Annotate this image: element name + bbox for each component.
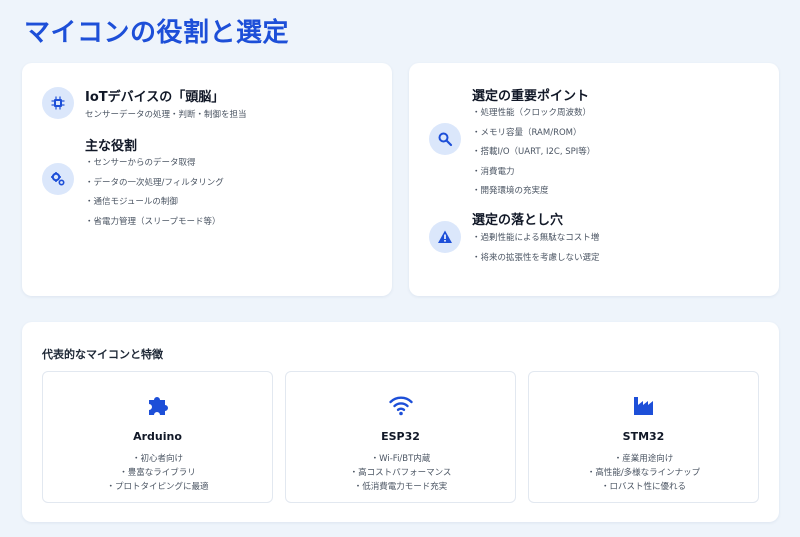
selection-card: 選定の重要ポイント ・処理性能（クロック周波数） ・メモリ容量（RAM/ROM）…: [409, 63, 779, 296]
list-item: ・将来の拡張性を考慮しない選定: [472, 252, 600, 263]
list-item: ・過剰性能による無駄なコスト増: [472, 233, 600, 243]
list-item: ・搭載I/O（UART, I2C, SPI等）: [472, 147, 596, 157]
mcu-name: Arduino: [133, 430, 182, 443]
points-title: 選定の重要ポイント: [472, 89, 590, 104]
list-item: ・高性能/多様なラインナップ: [586, 468, 701, 478]
factory-icon: [633, 397, 653, 415]
warning-icon: [429, 221, 461, 253]
brain-subtitle: センサーデータの処理・判断・制御を担当: [85, 110, 247, 120]
mcu-name: ESP32: [381, 430, 420, 443]
brain-title: IoTデバイスの「頭脳」: [85, 90, 225, 105]
list-item: ・省電力管理（スリープモード等）: [85, 216, 221, 227]
puzzle-icon: [148, 397, 168, 415]
mcu-card-stm32: STM32 ・産業用途向け ・高性能/多様なラインナップ ・ロバスト性に優れる: [528, 371, 759, 503]
list-item: ・データの一次処理/フィルタリング: [85, 177, 224, 188]
list-item: ・開発環境の充実度: [472, 186, 549, 196]
list-item: ・消費電力: [472, 166, 515, 177]
mcu-card-esp32: ESP32 ・Wi-Fi/BT内蔵 ・高コストパフォーマンス ・低消費電力モード…: [285, 371, 516, 503]
search-icon: [429, 123, 461, 155]
mcu-card-arduino: Arduino ・初心者向け ・豊富なライブラリ ・プロトタイピングに最適: [42, 371, 273, 503]
list-item: ・ロバスト性に優れる: [600, 482, 686, 492]
list-item: ・低消費電力モード充実: [353, 482, 448, 492]
gears-icon: [42, 163, 74, 195]
list-item: ・豊富なライブラリ: [119, 468, 196, 478]
mcu-section-title: 代表的なマイコンと特徴: [42, 348, 163, 361]
list-item: ・初心者向け: [131, 454, 183, 464]
mcu-features: ・Wi-Fi/BT内蔵 ・高コストパフォーマンス ・低消費電力モード充実: [286, 452, 515, 494]
list-item: ・通信モジュールの制御: [85, 197, 178, 207]
wifi-icon: [388, 396, 413, 416]
list-item: ・センサーからのデータ取得: [85, 158, 196, 168]
page-title: マイコンの役割と選定: [24, 18, 290, 48]
chip-icon: [42, 87, 74, 119]
mcu-features: ・初心者向け ・豊富なライブラリ ・プロトタイピングに最適: [43, 452, 272, 494]
list-item: ・Wi-Fi/BT内蔵: [370, 454, 431, 464]
mcu-name: STM32: [622, 430, 665, 443]
list-item: ・高コストパフォーマンス: [349, 468, 452, 478]
list-item: ・プロトタイピングに最適: [106, 482, 209, 492]
pitfalls-list: ・過剰性能による無駄なコスト増 ・将来の拡張性を考慮しない選定: [472, 231, 600, 270]
list-item: ・処理性能（クロック周波数）: [472, 108, 592, 118]
points-list: ・処理性能（クロック周波数） ・メモリ容量（RAM/ROM） ・搭載I/O（UA…: [472, 106, 595, 204]
mcu-section: 代表的なマイコンと特徴 Arduino ・初心者向け ・豊富なライブラリ ・プロ…: [22, 322, 779, 522]
list-item: ・産業用途向け: [613, 454, 674, 464]
list-item: ・メモリ容量（RAM/ROM）: [472, 127, 582, 138]
role-card: IoTデバイスの「頭脳」 センサーデータの処理・判断・制御を担当 主な役割 ・セ…: [22, 63, 392, 296]
mcu-features: ・産業用途向け ・高性能/多様なラインナップ ・ロバスト性に優れる: [529, 452, 758, 494]
roles-title: 主な役割: [85, 139, 138, 154]
pitfalls-title: 選定の落とし穴: [472, 213, 564, 228]
roles-list: ・センサーからのデータ取得 ・データの一次処理/フィルタリング ・通信モジュール…: [85, 156, 224, 234]
